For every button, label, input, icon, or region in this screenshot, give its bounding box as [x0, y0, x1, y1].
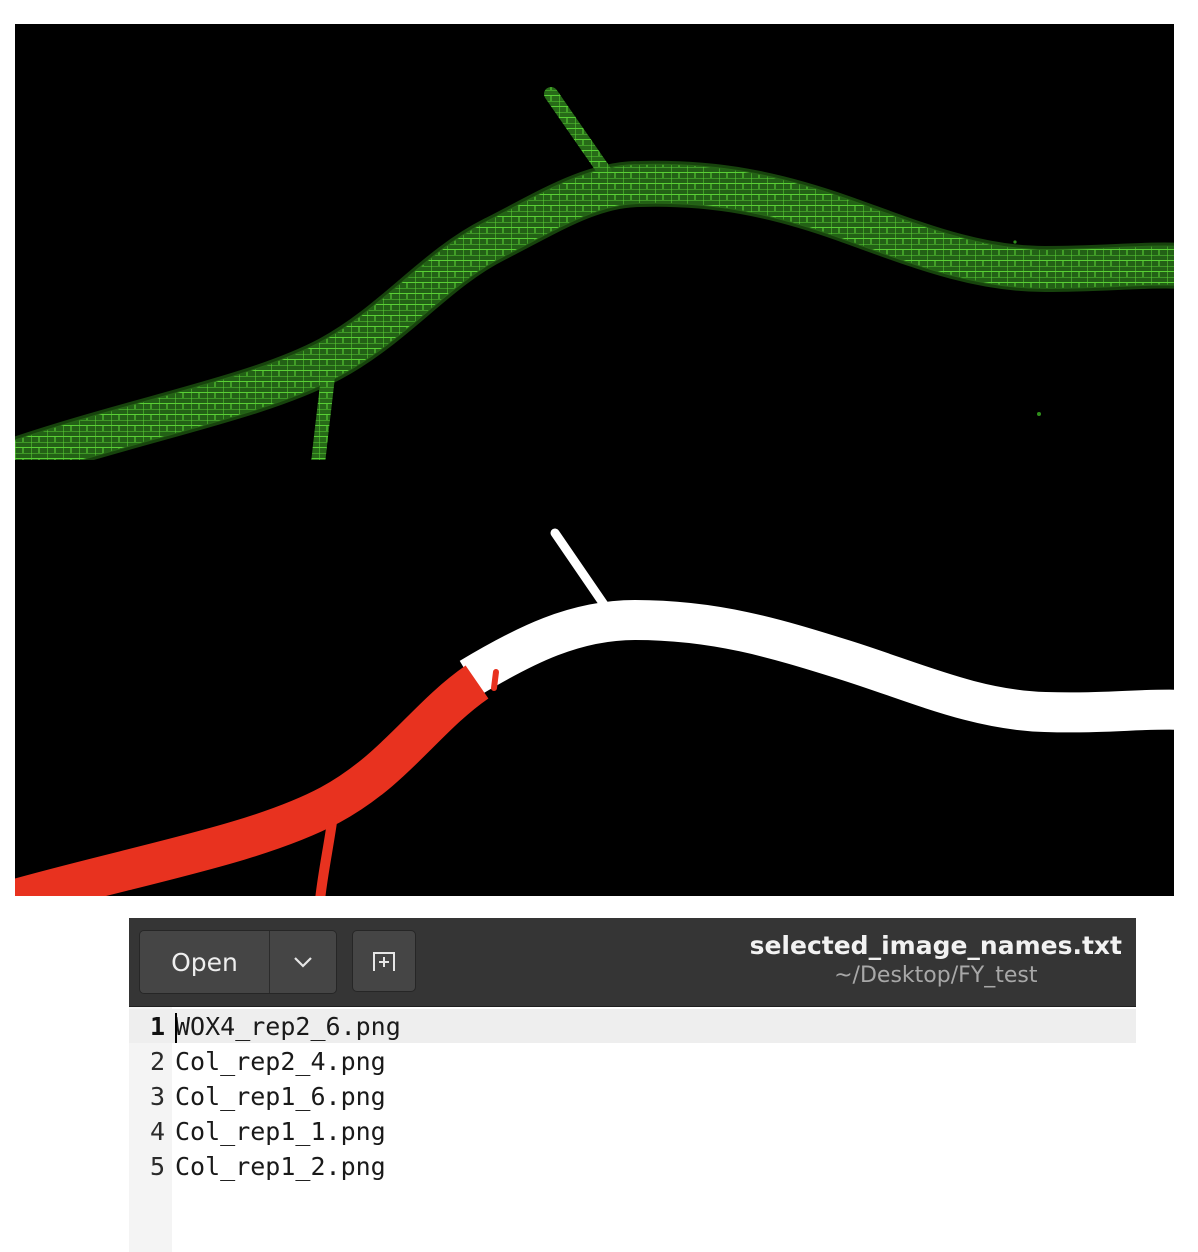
text-line[interactable]: 1 WOX4_rep2_6.png [129, 1009, 1136, 1044]
line-number: 2 [149, 1047, 165, 1076]
text-editor-window: Open selected_image_names.txt ~/Desktop/… [129, 918, 1136, 1252]
line-number: 4 [149, 1117, 165, 1146]
line-text: Col_rep2_4.png [175, 1047, 386, 1076]
line-number: 1 [149, 1012, 165, 1041]
screenshot-stage: Open selected_image_names.txt ~/Desktop/… [0, 0, 1198, 1252]
fluorescence-root-drawing [15, 87, 1174, 460]
editor-headerbar: Open selected_image_names.txt ~/Desktop/… [129, 918, 1136, 1007]
open-button-group: Open [139, 930, 337, 994]
open-menu-button[interactable] [270, 931, 336, 993]
line-number: 3 [149, 1082, 165, 1111]
segmentation-mask-image [15, 460, 1174, 896]
text-line[interactable]: 5 Col_rep1_2.png [129, 1149, 1136, 1184]
line-text: Col_rep1_2.png [175, 1152, 386, 1181]
open-button[interactable]: Open [140, 931, 270, 993]
line-number: 5 [149, 1152, 165, 1181]
line-text: Col_rep1_6.png [175, 1082, 386, 1111]
text-line[interactable]: 3 Col_rep1_6.png [129, 1079, 1136, 1114]
open-button-label: Open [171, 947, 238, 977]
text-line[interactable]: 2 Col_rep2_4.png [129, 1044, 1136, 1079]
window-title: selected_image_names.txt [749, 931, 1122, 960]
new-tab-icon [373, 952, 395, 971]
new-tab-button[interactable] [352, 930, 416, 992]
title-block: selected_image_names.txt ~/Desktop/FY_te… [750, 930, 1122, 990]
chevron-down-icon [294, 957, 312, 968]
fluorescence-image [15, 24, 1174, 460]
line-text: WOX4_rep2_6.png [175, 1012, 401, 1041]
line-text: Col_rep1_1.png [175, 1117, 386, 1146]
text-view[interactable]: 1 WOX4_rep2_6.png 2 Col_rep2_4.png 3 Col… [129, 1007, 1136, 1252]
text-cursor [175, 1013, 177, 1043]
segmentation-root-drawing [15, 528, 1174, 896]
text-line[interactable]: 4 Col_rep1_1.png [129, 1114, 1136, 1149]
file-path: ~/Desktop/FY_test [834, 963, 1038, 988]
